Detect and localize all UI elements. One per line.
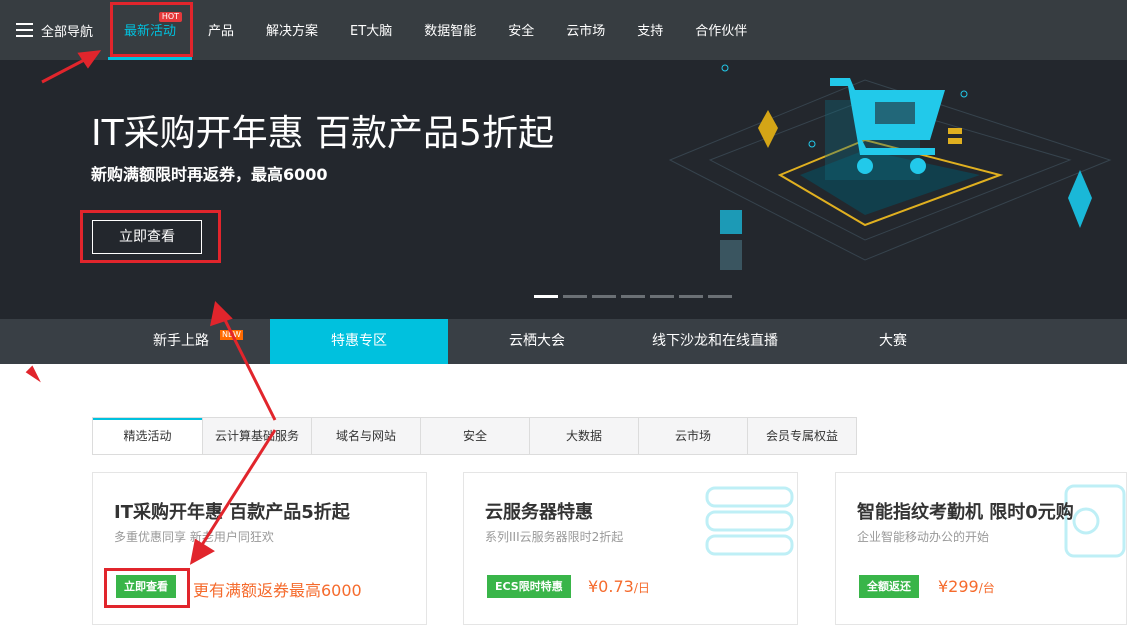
sub-nav: 新手上路 NEW 特惠专区 云栖大会 线下沙龙和在线直播 大赛	[0, 319, 1127, 364]
all-nav-label: 全部导航	[41, 24, 94, 40]
subnav-item-apsara-conference[interactable]: 云栖大会	[448, 319, 626, 364]
subnav-item-competition[interactable]: 大赛	[804, 319, 982, 364]
nav-item-label: ET大脑	[350, 24, 393, 39]
subnav-item-label: 新手上路	[153, 333, 209, 349]
hero-title: IT采购开年惠 百款产品5折起	[91, 113, 554, 154]
promo-card[interactable]: 智能指纹考勤机 限时0元购 企业智能移动办公的开始 全额返还 ¥299/台	[835, 472, 1127, 625]
card-title: 云服务器特惠	[485, 502, 593, 523]
shopping-cart-illustration	[668, 64, 1112, 270]
card-title: IT采购开年惠 百款产品5折起	[114, 502, 350, 523]
nav-item-label: 云市场	[566, 24, 606, 39]
tab-security[interactable]: 安全	[420, 418, 529, 454]
nav-item-et-brain[interactable]: ET大脑	[334, 0, 408, 60]
menu-icon	[16, 23, 33, 37]
card-desc: 企业智能移动办公的开始	[857, 530, 990, 544]
card-tag: ECS限时特惠	[487, 575, 571, 598]
carousel-dot[interactable]	[621, 295, 645, 298]
nav-item-partners[interactable]: 合作伙伴	[679, 0, 763, 60]
card-desc: 多重优惠同享 新老用户同狂欢	[114, 530, 274, 544]
tab-cloud-computing[interactable]: 云计算基础服务	[202, 418, 311, 454]
server-icon	[705, 486, 794, 556]
subnav-item-salon-live[interactable]: 线下沙龙和在线直播	[626, 319, 804, 364]
nav-item-data-intelligence[interactable]: 数据智能	[408, 0, 492, 60]
carousel-dot[interactable]	[534, 295, 558, 298]
hero-banner[interactable]: IT采购开年惠 百款产品5折起 新购满额限时再返券，最高6000 立即查看	[0, 60, 1127, 319]
hero-subtitle: 新购满额限时再返券，最高6000	[91, 165, 328, 184]
nav-item-support[interactable]: 支持	[621, 0, 679, 60]
hero-view-now-button[interactable]: 立即查看	[92, 220, 202, 254]
card-tag: 全额返还	[859, 575, 919, 598]
nav-item-solutions[interactable]: 解决方案	[250, 0, 334, 60]
nav-item-label: 合作伙伴	[695, 24, 748, 39]
nav-item-label: 产品	[208, 24, 235, 39]
nav-item-security[interactable]: 安全	[492, 0, 550, 60]
card-promo-text: 更有满额返券最高6000	[193, 581, 362, 600]
subnav-item-deals[interactable]: 特惠专区	[270, 319, 448, 364]
tab-featured[interactable]: 精选活动	[93, 418, 202, 454]
subnav-item-label: 特惠专区	[331, 333, 387, 349]
promo-card[interactable]: IT采购开年惠 百款产品5折起 多重优惠同享 新老用户同狂欢 立即查看 更有满额…	[92, 472, 427, 625]
card-price: ¥299/台	[938, 577, 995, 596]
card-price: ¥0.73/日	[588, 577, 650, 596]
carousel-dot[interactable]	[563, 295, 587, 298]
tab-member-benefits[interactable]: 会员专属权益	[747, 418, 856, 454]
price-value: ¥299	[938, 577, 979, 596]
nav-item-label: 安全	[508, 24, 535, 39]
nav-item-marketplace[interactable]: 云市场	[550, 0, 621, 60]
nav-item-label: 数据智能	[424, 24, 477, 39]
nav-item-label: 解决方案	[266, 24, 319, 39]
category-tabs: 精选活动 云计算基础服务 域名与网站 安全 大数据 云市场 会员专属权益	[92, 417, 857, 455]
new-badge: NEW	[220, 330, 243, 340]
nav-item-products[interactable]: 产品	[192, 0, 250, 60]
top-nav: 全部导航 最新活动 HOT 产品 解决方案 ET大脑 数据智能 安全 云市场 支…	[0, 0, 1127, 60]
card-view-now-button[interactable]: 立即查看	[116, 575, 176, 598]
price-unit: /日	[633, 581, 650, 595]
subnav-item-beginner[interactable]: 新手上路 NEW	[92, 319, 270, 364]
nav-item-label: 最新活动	[124, 24, 177, 39]
subnav-item-label: 云栖大会	[509, 333, 565, 349]
price-unit: /台	[978, 581, 995, 595]
carousel-dot[interactable]	[592, 295, 616, 298]
nav-item-latest-activities[interactable]: 最新活动 HOT	[108, 0, 193, 60]
price-value: ¥0.73	[588, 577, 634, 596]
tab-marketplace[interactable]: 云市场	[638, 418, 747, 454]
card-desc: 系列III云服务器限时2折起	[485, 530, 624, 544]
promo-card[interactable]: 云服务器特惠 系列III云服务器限时2折起 ECS限时特惠 ¥0.73/日	[463, 472, 798, 625]
hot-badge: HOT	[158, 12, 183, 22]
subnav-item-label: 线下沙龙和在线直播	[652, 333, 778, 349]
all-nav-button[interactable]: 全部导航	[0, 21, 108, 40]
tab-big-data[interactable]: 大数据	[529, 418, 638, 454]
nav-item-label: 支持	[637, 24, 664, 39]
subnav-item-label: 大赛	[879, 333, 907, 349]
tab-domain-website[interactable]: 域名与网站	[311, 418, 420, 454]
card-title: 智能指纹考勤机 限时0元购	[857, 502, 1074, 523]
